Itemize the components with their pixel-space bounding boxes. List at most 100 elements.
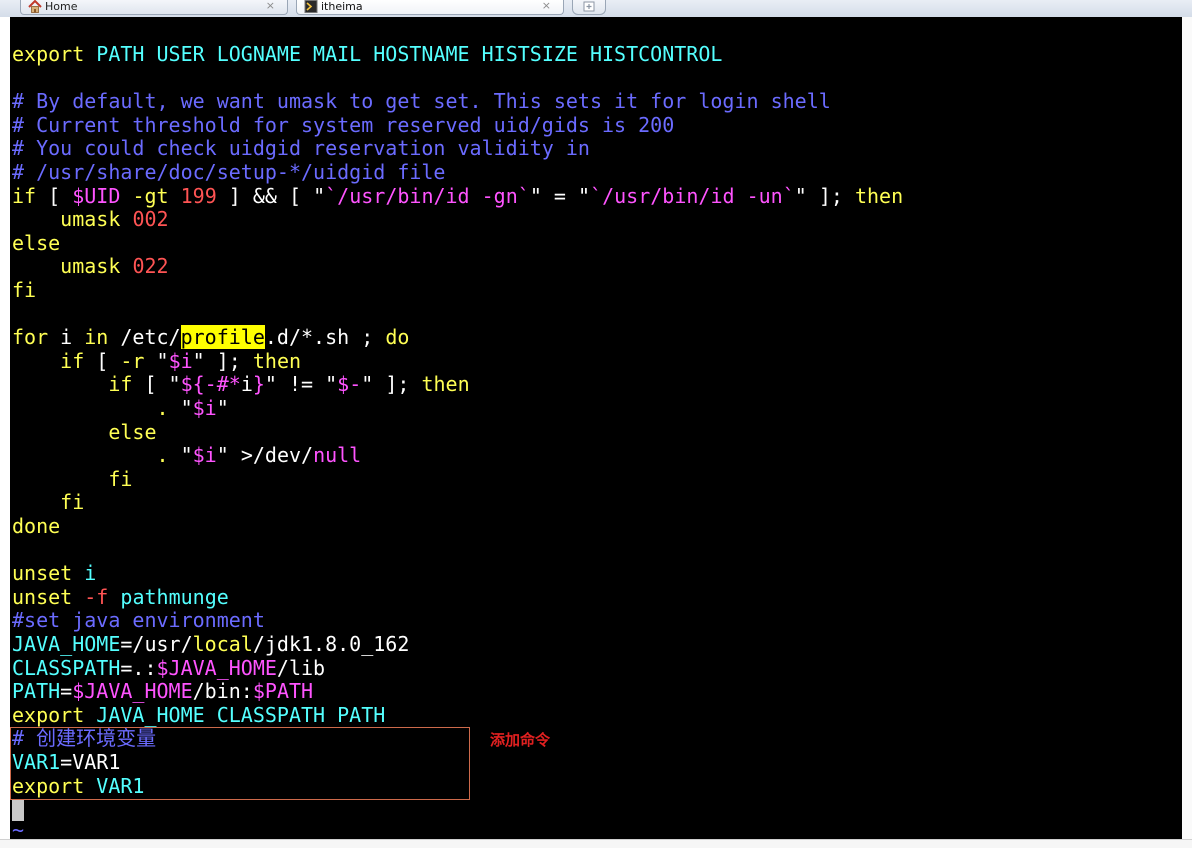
code-token: " [144,349,169,373]
code-line: unset i [12,562,96,585]
code-token: JAVA_HOME [12,632,121,656]
code-token: if [108,372,133,396]
code-token: PATH [12,679,61,703]
code-token: then [854,184,904,208]
code-token: " >/dev/ [216,443,314,467]
code-line: export JAVA_HOME CLASSPATH PATH [12,704,385,727]
code-line: export PATH USER LOGNAME MAIL HOSTNAME H… [12,43,722,66]
code-token: $i [192,396,217,420]
code-line: JAVA_HOME=/usr/local/jdk1.8.0_162 [12,633,409,656]
tab-home-close-icon[interactable]: × [266,0,275,12]
code-token: fi [108,467,133,491]
tab-itheima-close-icon[interactable]: × [542,0,551,12]
code-token: done [12,514,61,538]
code-token: /jdk1.8.0_162 [252,632,410,656]
code-line: . "$i" >/dev/null [12,443,362,467]
code-token: /bin: [192,679,253,703]
code-token: export [12,703,85,727]
code-line: # You could check uidgid reservation val… [12,137,590,160]
code-token: # By default, we want umask to get set. … [12,89,831,113]
code-token: fi [60,490,85,514]
code-line: # Current threshold for system reserved … [12,114,674,137]
code-token: -f [84,585,109,609]
code-token: umask [60,207,121,231]
code-line: umask 002 [12,207,169,231]
code-token: i [48,325,85,349]
code-token: for [12,325,49,349]
home-icon [28,0,42,13]
code-line: PATH=$JAVA_HOME/bin:$PATH [12,680,313,703]
code-token: pathmunge [120,585,229,609]
tab-home[interactable]: Home × [20,0,288,15]
code-line: fi [12,491,84,514]
window-edge-right [1182,17,1192,847]
code-token: do [385,325,410,349]
terminal-session-icon [304,0,318,13]
code-token: .d/*.sh ; [264,325,386,349]
tab-home-label: Home [45,0,78,13]
code-token: " [168,443,193,467]
new-tab-button[interactable] [572,0,606,15]
code-token: } [252,372,265,396]
code-token: [ " [132,372,181,396]
code-line: else [12,420,156,444]
code-token: -gt [132,184,169,208]
code-line: fi [12,468,132,491]
code-token: = [60,679,73,703]
code-token: 002 [132,207,169,231]
code-token: -r [120,349,145,373]
code-line: umask 022 [12,254,169,278]
code-token: " != " [264,372,338,396]
code-token: =.: [120,656,157,680]
code-token: local [192,632,253,656]
new-tab-icon [583,1,595,12]
code-line: # By default, we want umask to get set. … [12,90,831,113]
code-token: i [240,372,253,396]
code-token: 199 [180,184,217,208]
code-token: $i [192,443,217,467]
code-token: =/usr/ [120,632,193,656]
code-token: /lib [276,656,326,680]
code-line: CLASSPATH=.:$JAVA_HOME/lib [12,657,325,680]
code-token: then [421,372,470,396]
code-token: unset [12,585,73,609]
code-token: JAVA_HOME CLASSPATH PATH [96,703,386,727]
code-token: $UID [72,184,121,208]
terminal-window[interactable]: export PATH USER LOGNAME MAIL HOSTNAME H… [10,17,1182,839]
code-line: if [ -r "$i" ]; then [12,350,301,373]
annotation-label: 添加命令 [490,731,551,749]
code-line: unset -f pathmunge [12,586,229,609]
code-token: $i [168,349,193,373]
tab-itheima[interactable]: itheima × [296,0,564,15]
code-line: # /usr/share/doc/setup-*/uidgid file [12,161,445,184]
code-line: for i in /etc/profile.d/*.sh ; do [12,325,410,349]
code-token: 022 [132,254,169,278]
code-token: $JAVA_HOME [72,679,193,703]
code-token: " ]; [361,372,422,396]
code-token: `/usr/bin/id -un` [590,184,795,208]
code-token: then [252,349,302,373]
code-token: fi [12,278,37,302]
code-token: # /usr/share/doc/setup-*/uidgid file [12,160,446,184]
code-token: in [84,325,109,349]
code-token: [ [36,184,73,208]
code-line: #set java environment [12,609,265,632]
code-token: export [12,42,85,66]
code-token: " = " [529,184,591,208]
code-token: . [156,443,169,467]
code-token: PATH USER LOGNAME MAIL HOSTNAME HISTSIZE… [96,42,723,66]
code-token: " ]; [192,349,253,373]
